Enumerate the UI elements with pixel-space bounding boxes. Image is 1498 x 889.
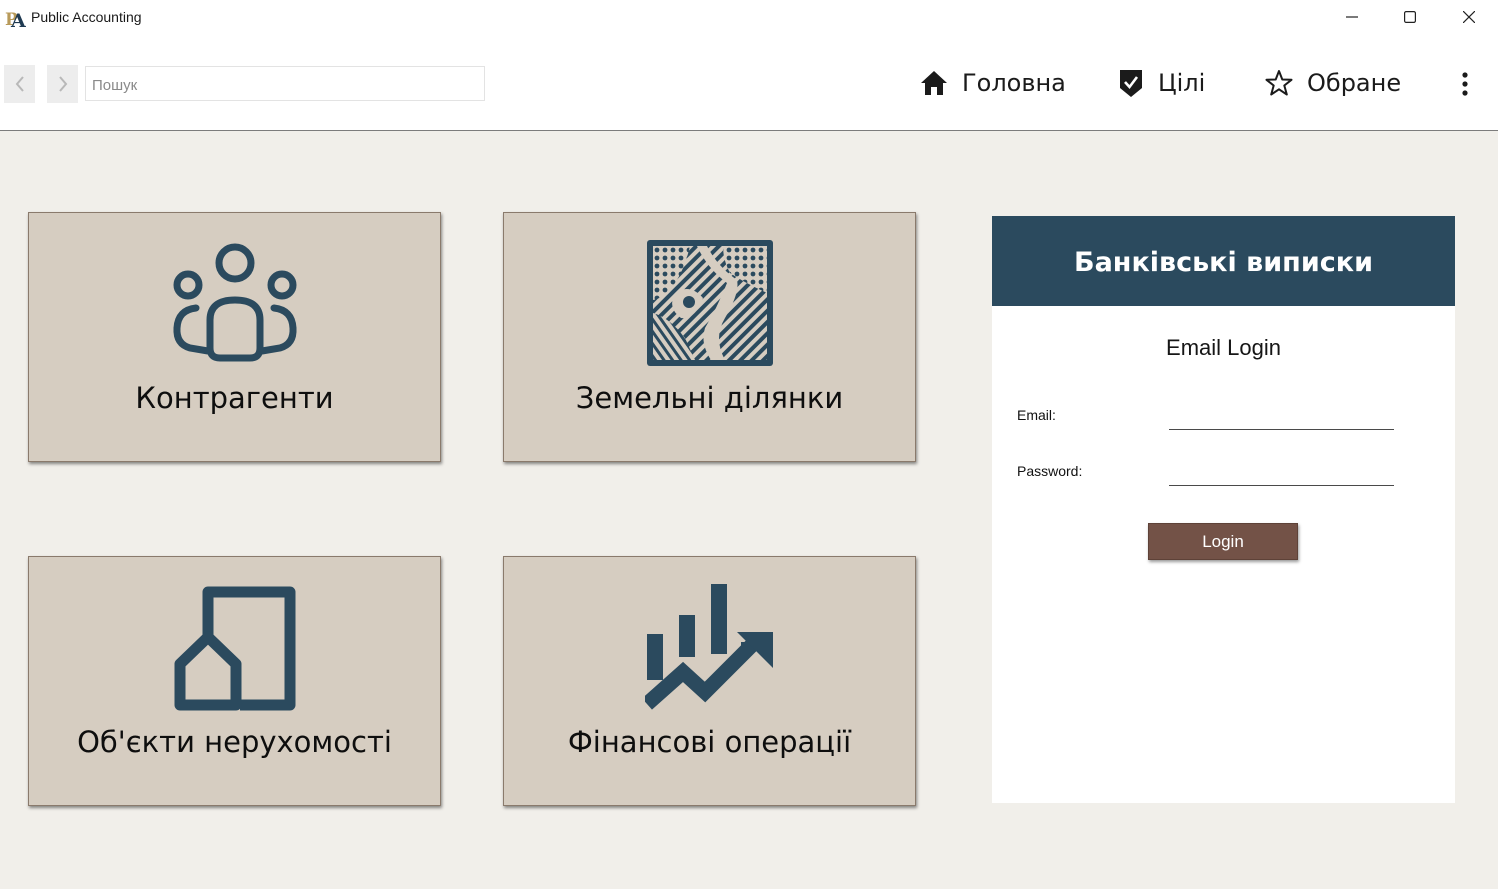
login-title: Email Login [1166, 335, 1281, 360]
shield-check-icon [1120, 70, 1142, 97]
email-field[interactable] [1169, 406, 1394, 430]
nav-goals[interactable]: Цілі [1118, 62, 1205, 104]
nav-favorites[interactable]: Обране [1265, 62, 1401, 104]
tile-real-estate[interactable]: Об'єкти нерухомості [28, 556, 441, 806]
search-input[interactable] [85, 66, 485, 101]
login-button[interactable]: Login [1148, 523, 1298, 560]
star-outline-icon [1265, 70, 1293, 96]
nav-favorites-label: Обране [1307, 69, 1402, 97]
maximize-icon [1404, 11, 1416, 23]
more-menu-button[interactable] [1452, 66, 1478, 102]
tile-counterparties[interactable]: Контрагенти [28, 212, 441, 462]
password-label: Password: [1017, 463, 1083, 479]
svg-text:A: A [10, 10, 26, 29]
close-button[interactable] [1440, 0, 1498, 34]
house-building-icon [174, 586, 295, 711]
tile-counterparties-label: Контрагенти [135, 381, 334, 415]
nav-home-label: Головна [962, 69, 1066, 97]
forward-button[interactable] [47, 65, 78, 103]
financial-chart-icon [644, 584, 773, 710]
land-plot-map-icon [646, 240, 773, 366]
title-bar: P A Public Accounting [0, 0, 1498, 36]
more-vertical-icon [1462, 72, 1468, 96]
close-icon [1463, 11, 1475, 23]
window-title: Public Accounting [31, 9, 142, 25]
maximize-button[interactable] [1381, 0, 1439, 34]
people-group-icon [172, 243, 297, 362]
tile-real-estate-label: Об'єкти нерухомості [77, 725, 392, 759]
chevron-right-icon [58, 76, 67, 92]
minimize-button[interactable] [1323, 0, 1381, 34]
nav-goals-label: Цілі [1158, 69, 1206, 97]
back-button[interactable] [4, 65, 35, 103]
tile-financial-operations[interactable]: Фінансові операції [503, 556, 916, 806]
app-logo-icon: P A [5, 10, 26, 29]
tile-financial-operations-label: Фінансові операції [567, 725, 852, 759]
minimize-icon [1346, 16, 1358, 18]
email-label: Email: [1017, 407, 1056, 423]
tile-land-plots-label: Земельні ділянки [575, 381, 844, 415]
nav-home[interactable]: Головна [920, 62, 1066, 104]
home-icon [921, 71, 947, 95]
bank-statements-panel: Банківські виписки Email Login Email: Pa… [992, 216, 1455, 803]
password-field[interactable] [1169, 462, 1394, 486]
panel-title: Банківські виписки [1073, 247, 1373, 278]
toolbar: Головна Цілі Обране [0, 36, 1498, 131]
tile-land-plots[interactable]: Земельні ділянки [503, 212, 916, 462]
panel-header: Банківські виписки [992, 216, 1455, 306]
chevron-left-icon [15, 76, 24, 92]
